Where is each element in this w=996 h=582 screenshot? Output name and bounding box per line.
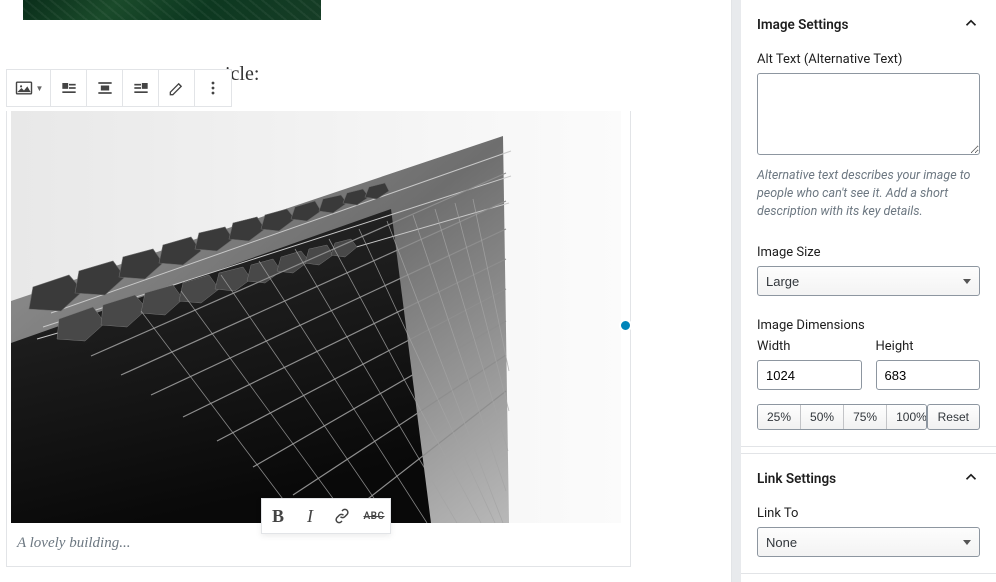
chevron-down-icon: ▼: [36, 84, 44, 93]
image-size-value: Large: [766, 274, 799, 289]
alt-text-label: Alt Text (Alternative Text): [757, 52, 980, 67]
alt-text-help: Alternative text describes your image to…: [757, 167, 980, 221]
image-settings-toggle[interactable]: Image Settings: [757, 14, 980, 36]
align-right-button[interactable]: [123, 70, 159, 106]
dimension-presets-row: 25% 50% 75% 100% Reset: [757, 404, 980, 430]
image-size-select[interactable]: Large: [757, 266, 980, 296]
image-dimensions-label: Image Dimensions: [757, 318, 980, 333]
pct-25-button[interactable]: 25%: [758, 405, 801, 429]
image-settings-panel: Image Settings Alt Text (Alternative Tex…: [741, 0, 996, 447]
pct-100-button[interactable]: 100%: [887, 405, 927, 429]
block-type-image-button[interactable]: ▼: [7, 70, 51, 106]
align-center-icon: [95, 78, 115, 98]
align-center-button[interactable]: [87, 70, 123, 106]
link-icon: [333, 507, 351, 525]
edit-image-button[interactable]: [159, 70, 195, 106]
link-to-value: None: [766, 535, 797, 550]
italic-button[interactable]: I: [294, 499, 326, 533]
link-button[interactable]: [326, 499, 358, 533]
settings-sidebar: Image Settings Alt Text (Alternative Tex…: [741, 0, 996, 582]
align-left-icon: [59, 78, 79, 98]
resize-handle-right[interactable]: [619, 319, 632, 332]
chevron-up-icon: [962, 14, 980, 36]
height-label: Height: [876, 339, 981, 354]
block-body: B I ABC A lovely building...: [6, 111, 631, 567]
align-right-icon: [131, 78, 151, 98]
block-toolbar: ▼: [6, 69, 232, 107]
height-input[interactable]: [876, 360, 981, 390]
link-to-label: Link To: [757, 506, 980, 521]
image-caption-input[interactable]: A lovely building...: [17, 535, 620, 552]
link-settings-toggle[interactable]: Link Settings: [757, 468, 980, 490]
more-options-button[interactable]: [195, 70, 231, 106]
panel-title: Image Settings: [757, 17, 848, 33]
image-size-label: Image Size: [757, 245, 980, 260]
caption-format-toolbar: B I ABC: [261, 498, 391, 534]
strikethrough-button[interactable]: ABC: [358, 499, 390, 533]
link-to-select[interactable]: None: [757, 527, 980, 557]
reset-dimensions-button[interactable]: Reset: [927, 404, 980, 430]
sidebar-divider: [731, 0, 741, 582]
image-icon: [14, 78, 34, 98]
percentage-buttons: 25% 50% 75% 100%: [757, 404, 927, 430]
building-image: [11, 111, 621, 523]
image-block: ▼: [6, 69, 636, 567]
panel-title: Link Settings: [757, 471, 836, 487]
image-container[interactable]: [11, 111, 626, 523]
width-label: Width: [757, 339, 862, 354]
link-settings-panel: Link Settings Link To None: [741, 453, 996, 574]
align-left-button[interactable]: [51, 70, 87, 106]
pencil-icon: [167, 78, 187, 98]
pct-75-button[interactable]: 75%: [844, 405, 887, 429]
bold-button[interactable]: B: [262, 499, 294, 533]
width-input[interactable]: [757, 360, 862, 390]
dimensions-row: Width Height: [757, 339, 980, 390]
pct-50-button[interactable]: 50%: [801, 405, 844, 429]
chevron-up-icon: [962, 468, 980, 490]
editor-canvas: icle: ▼: [0, 0, 731, 582]
previous-image-block-fragment: [23, 0, 321, 20]
more-vertical-icon: [203, 78, 223, 98]
alt-text-input[interactable]: [757, 73, 980, 155]
